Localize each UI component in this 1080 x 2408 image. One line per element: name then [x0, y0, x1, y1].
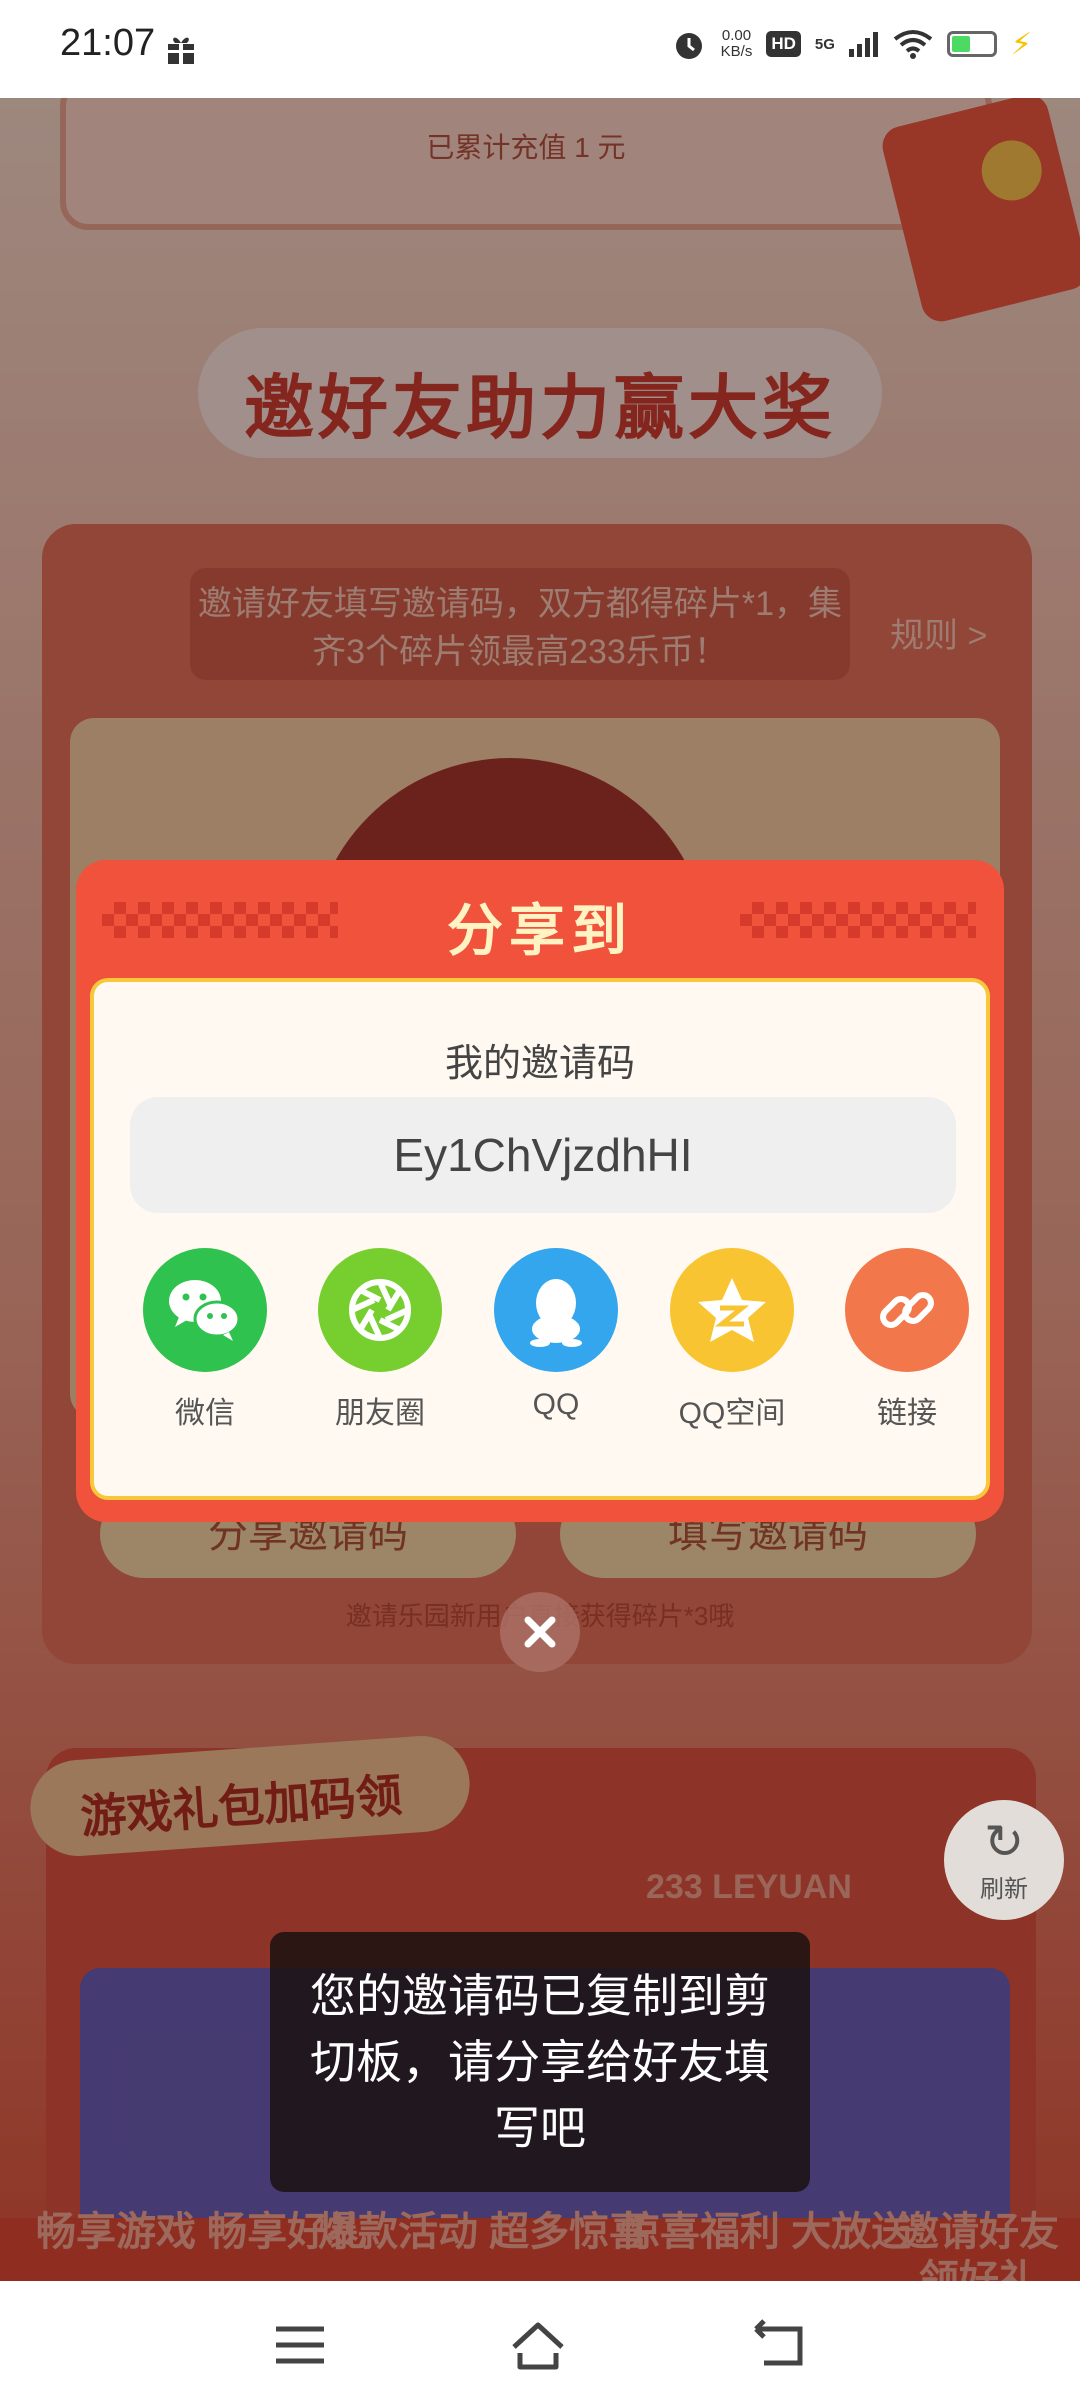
refresh-label: 刷新 [980, 1875, 1028, 1903]
invite-code-label: 我的邀请码 [444, 1043, 635, 1085]
share-moments-button[interactable]: 朋友圈 [305, 1248, 455, 1432]
net-speed: 0.00 KB/s [721, 28, 753, 60]
moments-icon [318, 1248, 442, 1372]
share-qq-button[interactable]: QQ [481, 1248, 631, 1422]
net-speed-value: 0.00 [721, 27, 752, 44]
status-time: 21:07 [60, 22, 156, 64]
share-wechat-button[interactable]: 微信 [130, 1248, 280, 1432]
wifi-icon [893, 30, 933, 59]
net-speed-unit: KB/s [720, 43, 753, 60]
status-icons: 0.00 KB/s HD 5G ⚡ [671, 26, 1032, 62]
share-options: 微信 朋友圈 QQ QQ空间 链接 [94, 1248, 986, 1448]
charging-icon: ⚡ [1010, 27, 1032, 61]
share-option-label: 链接 [877, 1397, 937, 1430]
share-dialog-title: 分享到 [447, 899, 633, 962]
home-icon[interactable] [508, 2317, 568, 2373]
hd-badge: HD [766, 31, 801, 57]
share-dialog: 分享到 我的邀请码 Ey1ChVjzdhHI 微信 朋友圈 QQ QQ空间 链接 [76, 860, 1004, 1522]
copied-toast: 您的邀请码已复制到剪切板，请分享给好友填写吧 [270, 1932, 810, 2192]
refresh-icon: ↻ [983, 1815, 1025, 1869]
refresh-button[interactable]: ↻ 刷新 [944, 1800, 1064, 1920]
share-qzone-button[interactable]: QQ空间 [657, 1248, 807, 1432]
wechat-icon [143, 1248, 267, 1372]
share-link-button[interactable]: 链接 [832, 1248, 982, 1432]
share-option-label: QQ [532, 1388, 580, 1421]
link-icon [845, 1248, 969, 1372]
signal-icon [848, 32, 878, 57]
alarm-icon [675, 33, 702, 59]
gift-icon [168, 37, 194, 66]
share-option-label: QQ空间 [678, 1397, 786, 1430]
system-nav-bar [0, 2281, 1080, 2408]
share-option-label: 微信 [175, 1397, 235, 1430]
status-bar: 21:07 0.00 KB/s HD 5G ⚡ [0, 0, 1080, 98]
battery-icon [946, 31, 997, 57]
invite-code-value[interactable]: Ey1ChVjzdhHI [130, 1097, 956, 1213]
close-icon [524, 1616, 556, 1648]
toast-message: 您的邀请码已复制到剪切板，请分享给好友填写吧 [310, 1970, 770, 2154]
qzone-icon [670, 1248, 794, 1372]
back-icon[interactable] [750, 2317, 810, 2373]
qq-icon [494, 1248, 618, 1372]
share-dialog-body: 我的邀请码 Ey1ChVjzdhHI 微信 朋友圈 QQ QQ空间 链接 [90, 978, 990, 1500]
close-dialog-button[interactable] [500, 1592, 580, 1672]
share-option-label: 朋友圈 [335, 1397, 425, 1430]
menu-icon[interactable] [270, 2317, 330, 2373]
signal-5g: 5G [814, 35, 835, 53]
